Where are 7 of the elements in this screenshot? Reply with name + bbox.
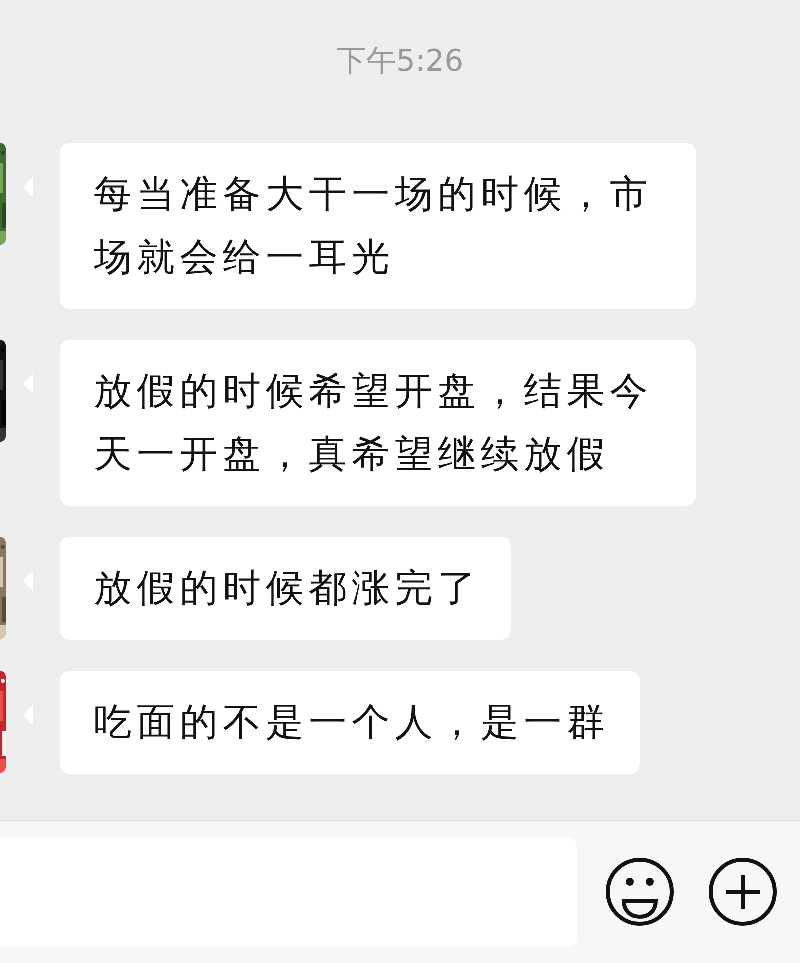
message-bubble: 放假的时候都涨完了 — [60, 537, 511, 640]
timestamp: 下午5:26 — [336, 43, 464, 81]
message-bubble: 放假的时候希望开盘，结果今天一开盘，真希望继续放假 — [60, 340, 696, 506]
message-bubble: 吃面的不是一个人，是一群 — [60, 671, 640, 774]
message-bubble: 每当准备大干一场的时候，市场就会给一耳光 — [60, 143, 696, 309]
emoji-icon[interactable] — [605, 857, 675, 927]
add-icon[interactable] — [708, 857, 778, 927]
